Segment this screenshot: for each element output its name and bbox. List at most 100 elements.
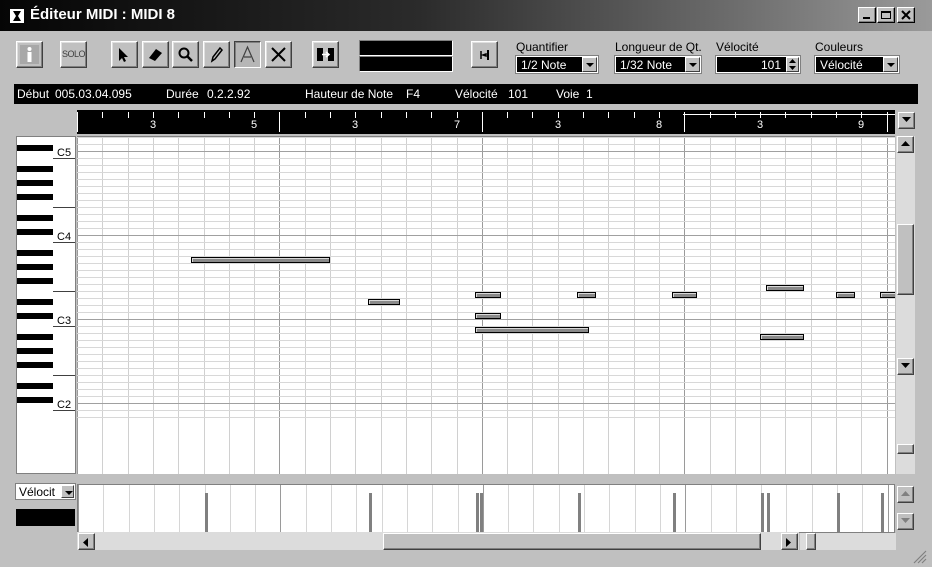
black-key[interactable]	[17, 383, 53, 389]
controller-beat-line	[508, 485, 509, 532]
pitch-line	[77, 242, 895, 243]
midi-note[interactable]	[880, 292, 895, 298]
velocity-bar[interactable]	[476, 493, 480, 532]
vertical-scroll-thumb[interactable]	[897, 224, 914, 295]
midi-note[interactable]	[671, 292, 697, 298]
black-key[interactable]	[17, 229, 53, 235]
controller-beat-line	[255, 485, 256, 532]
black-key[interactable]	[17, 362, 53, 368]
black-key[interactable]	[17, 145, 53, 151]
note-grid[interactable]	[77, 136, 895, 474]
velocity-stepper[interactable]: 101	[715, 55, 801, 74]
duration-value[interactable]: 0.2.2.92	[207, 87, 250, 101]
start-value[interactable]: 005.03.04.095	[55, 87, 132, 101]
black-key[interactable]	[17, 264, 53, 270]
velocity-bar[interactable]	[837, 493, 840, 532]
start-label: Début	[17, 87, 50, 101]
pencil-tool-button[interactable]	[203, 41, 230, 68]
loop-range-line[interactable]	[683, 114, 895, 115]
pitch-line	[77, 305, 895, 306]
mute-tool-button[interactable]	[265, 41, 292, 68]
info-button[interactable]	[16, 41, 43, 68]
arrow-tool-button[interactable]	[111, 41, 138, 68]
info-velocity-value[interactable]: 101	[508, 87, 528, 101]
black-key[interactable]	[17, 397, 53, 403]
octave-line	[77, 235, 895, 236]
colors-select[interactable]: Vélocité	[814, 55, 900, 74]
black-key[interactable]	[17, 334, 53, 340]
snap-button[interactable]	[471, 41, 498, 68]
scroll-left-button[interactable]	[78, 533, 95, 550]
white-key-divider	[53, 375, 75, 376]
black-key[interactable]	[17, 194, 53, 200]
solo-button[interactable]: SOLO	[60, 41, 87, 68]
velocity-bar[interactable]	[672, 493, 676, 532]
midi-note[interactable]	[760, 334, 805, 340]
ruler-bar-tick	[887, 112, 888, 132]
midi-note[interactable]	[576, 292, 596, 298]
velocity-bar[interactable]	[368, 493, 372, 532]
scroll-right-button[interactable]	[781, 533, 798, 550]
snap-icon	[480, 50, 489, 60]
pitch-value[interactable]: F4	[406, 87, 420, 101]
quantize-select[interactable]: 1/2 Note	[515, 55, 599, 74]
ruler-label: 3	[757, 119, 764, 131]
black-key[interactable]	[17, 180, 53, 186]
ruler-beat-tick	[532, 112, 533, 118]
chevron-down-icon[interactable]	[883, 57, 898, 72]
velocity-bar[interactable]	[480, 493, 484, 532]
midi-note[interactable]	[190, 257, 330, 263]
midi-note[interactable]	[475, 327, 590, 333]
controller-scroll-up-button[interactable]	[897, 486, 914, 503]
controller-select[interactable]: Vélocit	[15, 483, 76, 500]
controller-scroll-down-button[interactable]	[897, 513, 914, 530]
ruler-beat-tick	[760, 112, 761, 118]
chevron-down-icon	[902, 117, 911, 122]
zoom-slider-track[interactable]	[897, 378, 914, 474]
midi-note[interactable]	[475, 292, 501, 298]
midi-note[interactable]	[475, 313, 501, 319]
maximize-button[interactable]	[877, 7, 895, 23]
line-tool-button[interactable]	[234, 41, 261, 68]
quantize-length-select[interactable]: 1/32 Note	[614, 55, 702, 74]
chevron-down-icon[interactable]	[582, 57, 597, 72]
autoscroll-button[interactable]	[312, 41, 339, 68]
minimize-button[interactable]	[858, 7, 876, 23]
horizontal-zoom-slider[interactable]	[806, 533, 816, 550]
horizontal-scroll-thumb[interactable]	[383, 533, 761, 550]
magnifier-tool-button[interactable]	[172, 41, 199, 68]
velocity-bar[interactable]	[881, 493, 885, 532]
midi-note[interactable]	[836, 292, 855, 298]
velocity-controller-lane[interactable]	[77, 484, 895, 533]
velocity-bar[interactable]	[204, 493, 208, 532]
chevron-down-icon[interactable]	[685, 57, 700, 72]
eraser-tool-button[interactable]	[142, 41, 169, 68]
scroll-up-button[interactable]	[897, 136, 914, 153]
controller-beat-line	[635, 485, 636, 532]
velocity-bar[interactable]	[761, 493, 765, 532]
title-bar[interactable]: Éditeur MIDI : MIDI 8	[0, 0, 932, 31]
channel-value[interactable]: 1	[586, 87, 593, 101]
resize-grip-icon[interactable]	[910, 548, 928, 564]
solo-label: SOLO	[61, 49, 86, 59]
midi-note[interactable]	[766, 285, 805, 291]
stepper-arrows-icon[interactable]	[786, 57, 799, 72]
velocity-bar[interactable]	[577, 493, 581, 532]
vertical-zoom-slider[interactable]	[897, 444, 914, 454]
info-icon	[20, 45, 39, 64]
velocity-bar[interactable]	[767, 493, 771, 532]
scroll-down-button[interactable]	[897, 358, 914, 375]
black-key[interactable]	[17, 278, 53, 284]
ruler-dropdown-button[interactable]	[898, 112, 915, 129]
black-key[interactable]	[17, 299, 53, 305]
close-button[interactable]	[897, 7, 915, 23]
piano-keyboard[interactable]: C5 C4 C3 C2	[16, 136, 76, 474]
chevron-down-icon[interactable]	[61, 485, 74, 498]
black-key[interactable]	[17, 348, 53, 354]
black-key[interactable]	[17, 313, 53, 319]
time-ruler[interactable]: 3 5 3 7 3 8 3 9	[77, 110, 895, 134]
black-key[interactable]	[17, 166, 53, 172]
black-key[interactable]	[17, 250, 53, 256]
black-key[interactable]	[17, 215, 53, 221]
midi-note[interactable]	[367, 299, 400, 305]
